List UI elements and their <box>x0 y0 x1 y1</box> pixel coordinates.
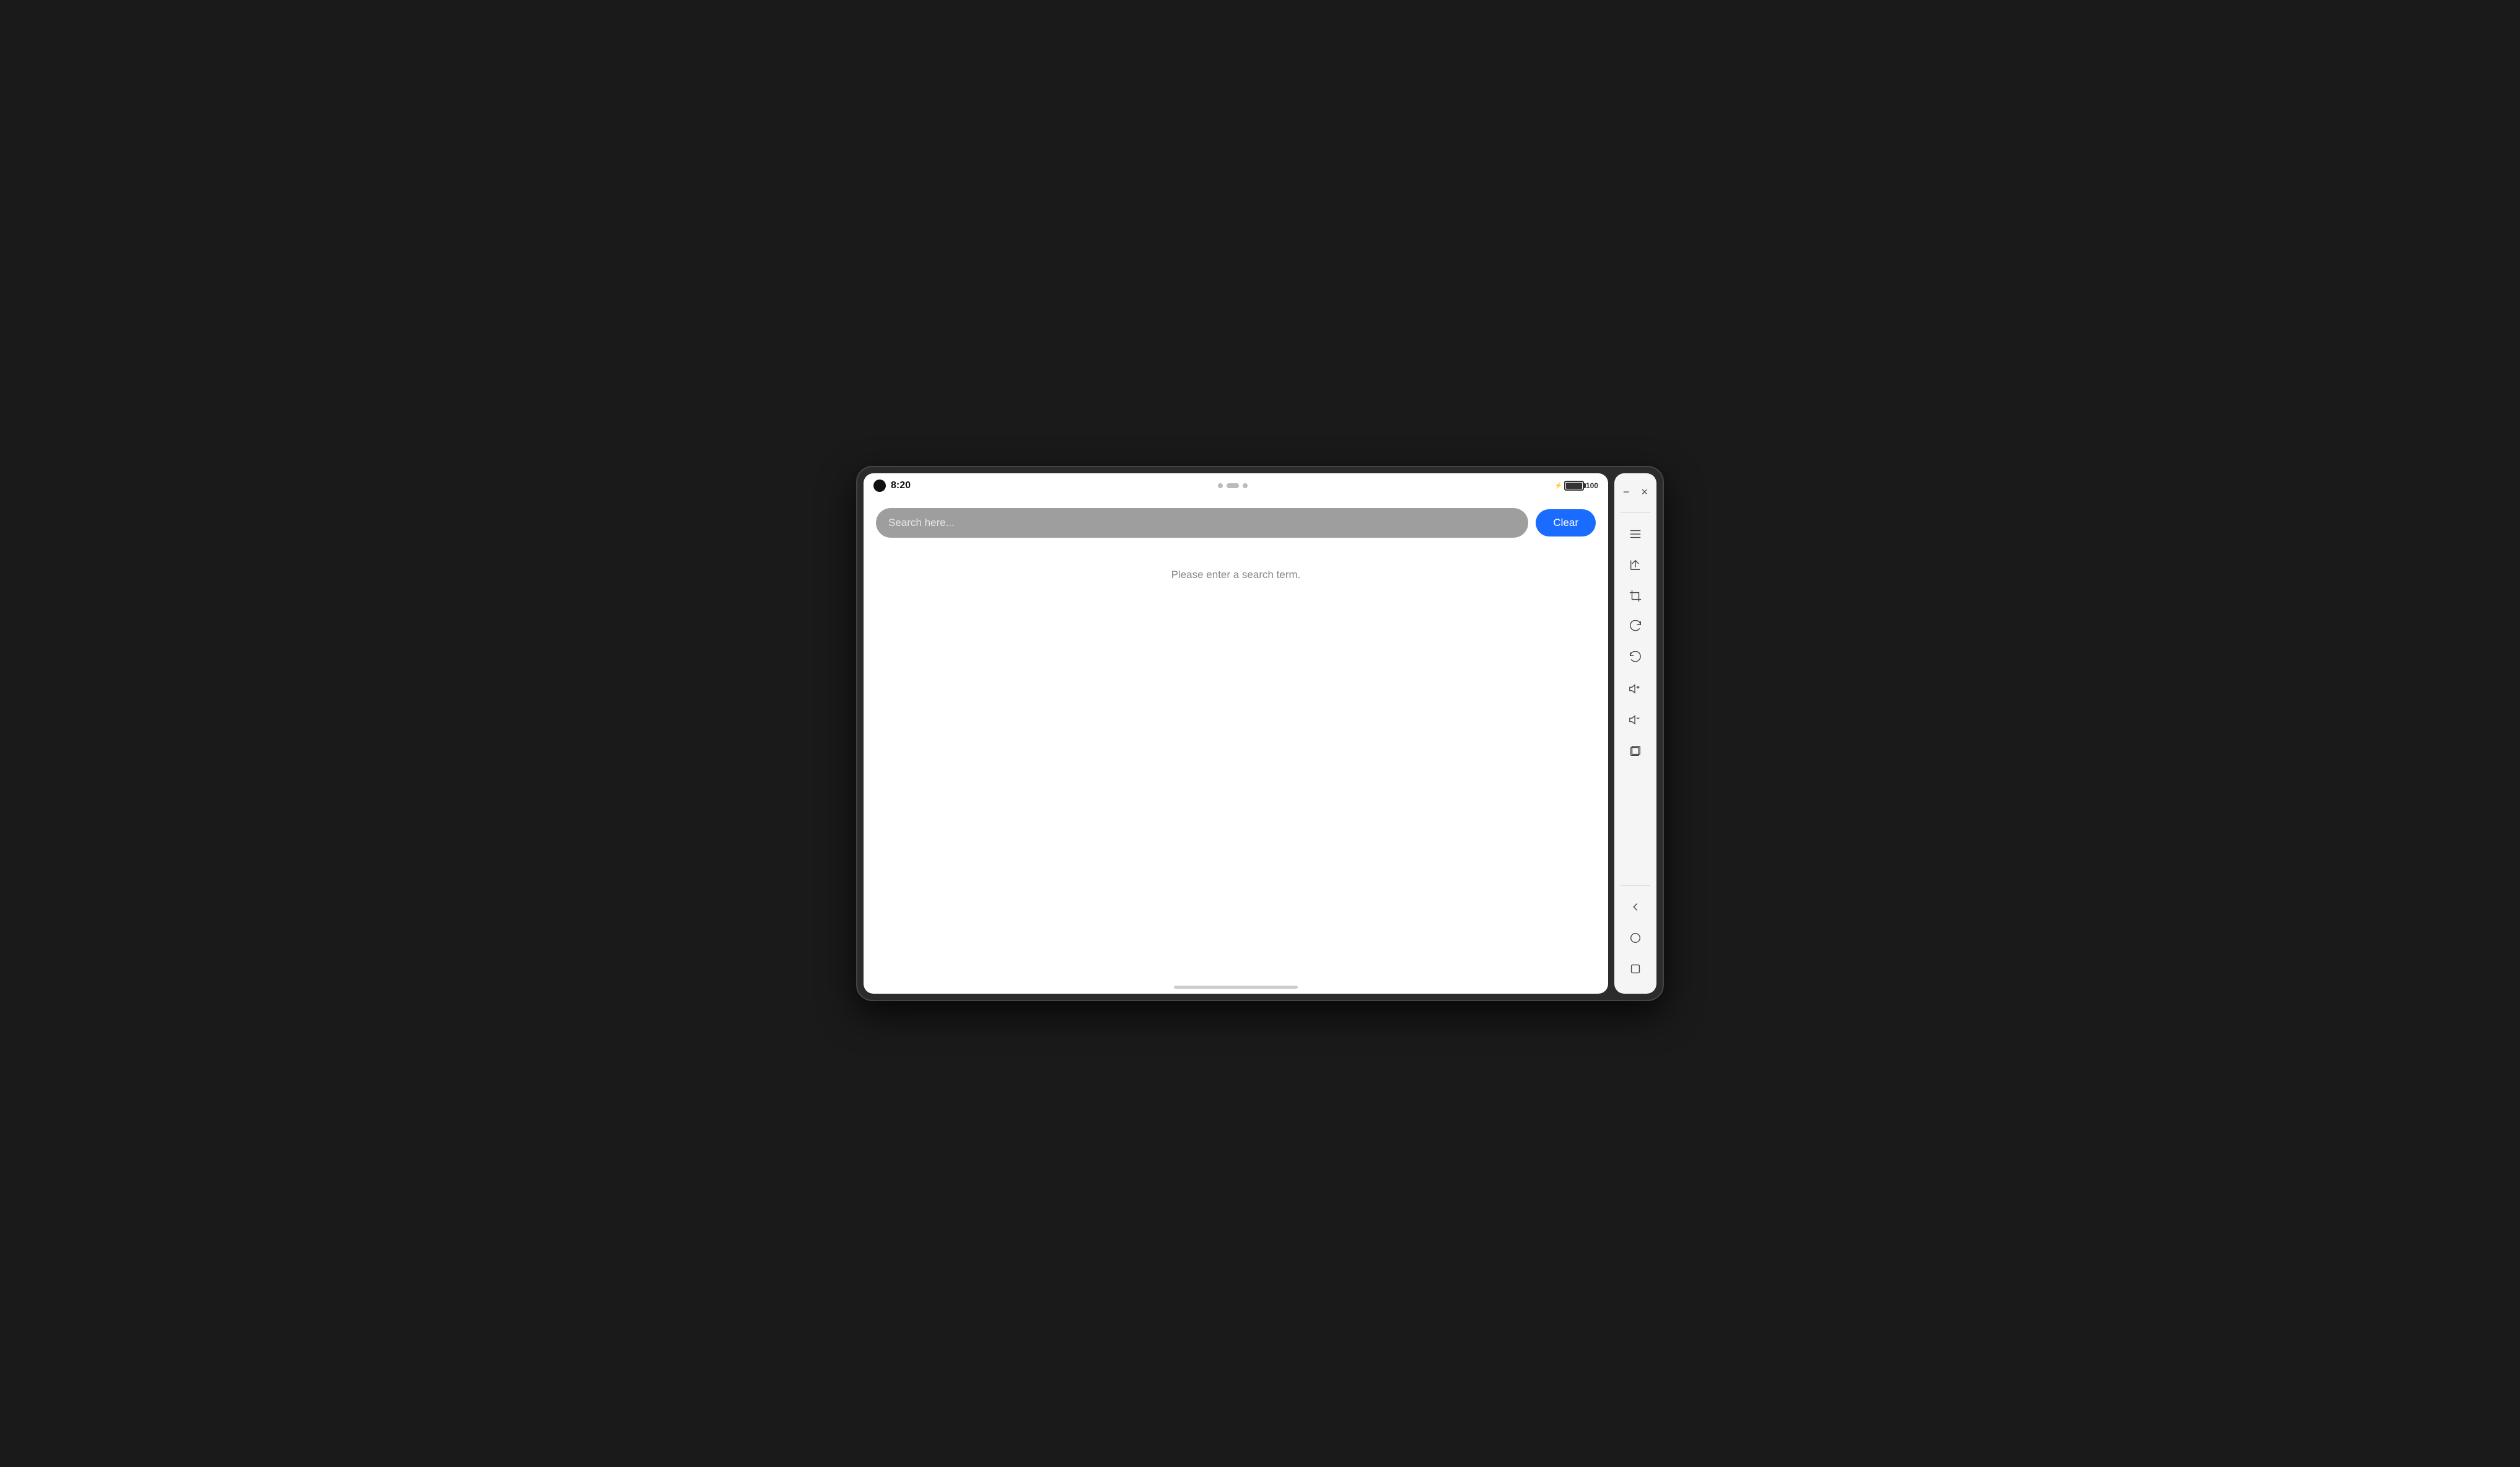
recents-icon <box>1629 962 1642 976</box>
back-icon <box>1629 900 1642 914</box>
battery-percent: 100 <box>1586 481 1598 490</box>
volume-up-icon <box>1629 682 1642 696</box>
right-panel: − × <box>1614 473 1656 994</box>
crop-icon <box>1629 589 1642 603</box>
panel-spacer <box>1614 768 1656 882</box>
charging-icon: ⚡ <box>1555 483 1562 489</box>
device-frame: 8:20 ⚡ 100 <box>857 467 1663 1000</box>
upload-button[interactable] <box>1621 550 1650 580</box>
rotate-ccw-icon <box>1629 651 1642 665</box>
rotate-cw-button[interactable] <box>1621 612 1650 642</box>
home-button[interactable] <box>1621 923 1650 953</box>
status-dot <box>873 480 886 492</box>
tablet-screen: 8:20 ⚡ 100 <box>864 473 1608 994</box>
layers-button[interactable] <box>1621 736 1650 766</box>
dot-3 <box>1243 483 1248 488</box>
tool-icons <box>1614 517 1656 768</box>
close-button[interactable]: × <box>1638 483 1650 501</box>
crop-button[interactable] <box>1621 581 1650 611</box>
bottom-nav-icons <box>1614 890 1656 986</box>
minimize-button[interactable]: − <box>1621 483 1632 501</box>
dot-1 <box>1218 483 1223 488</box>
recents-button[interactable] <box>1621 954 1650 984</box>
battery-body <box>1564 481 1584 491</box>
battery-fill <box>1566 483 1582 489</box>
bottom-bar <box>864 981 1608 994</box>
search-input[interactable] <box>876 508 1528 538</box>
main-content: Clear Please enter a search term. <box>864 498 1608 981</box>
status-right: ⚡ 100 <box>1555 481 1598 491</box>
battery-icon: ⚡ 100 <box>1555 481 1598 491</box>
home-icon <box>1629 931 1642 945</box>
volume-down-button[interactable] <box>1621 705 1650 735</box>
divider-1 <box>1621 512 1650 513</box>
empty-message: Please enter a search term. <box>876 569 1596 581</box>
search-input-wrapper <box>876 508 1528 538</box>
search-row: Clear <box>876 508 1596 538</box>
upload-icon <box>1629 558 1642 572</box>
volume-down-icon <box>1629 713 1642 727</box>
back-button[interactable] <box>1621 892 1650 922</box>
status-left: 8:20 <box>873 480 911 492</box>
bottom-handle <box>1174 986 1298 989</box>
hamburger-icon <box>1629 527 1642 541</box>
volume-up-button[interactable] <box>1621 674 1650 704</box>
window-controls: − × <box>1614 481 1656 509</box>
divider-2 <box>1621 885 1650 886</box>
status-time: 8:20 <box>891 480 911 491</box>
rotate-cw-icon <box>1629 620 1642 634</box>
layers-icon <box>1629 744 1642 758</box>
status-bar: 8:20 ⚡ 100 <box>864 473 1608 498</box>
clear-button[interactable]: Clear <box>1536 509 1596 536</box>
dot-2 <box>1227 483 1239 488</box>
rotate-ccw-button[interactable] <box>1621 643 1650 673</box>
status-center <box>1218 483 1248 488</box>
menu-button[interactable] <box>1621 519 1650 549</box>
